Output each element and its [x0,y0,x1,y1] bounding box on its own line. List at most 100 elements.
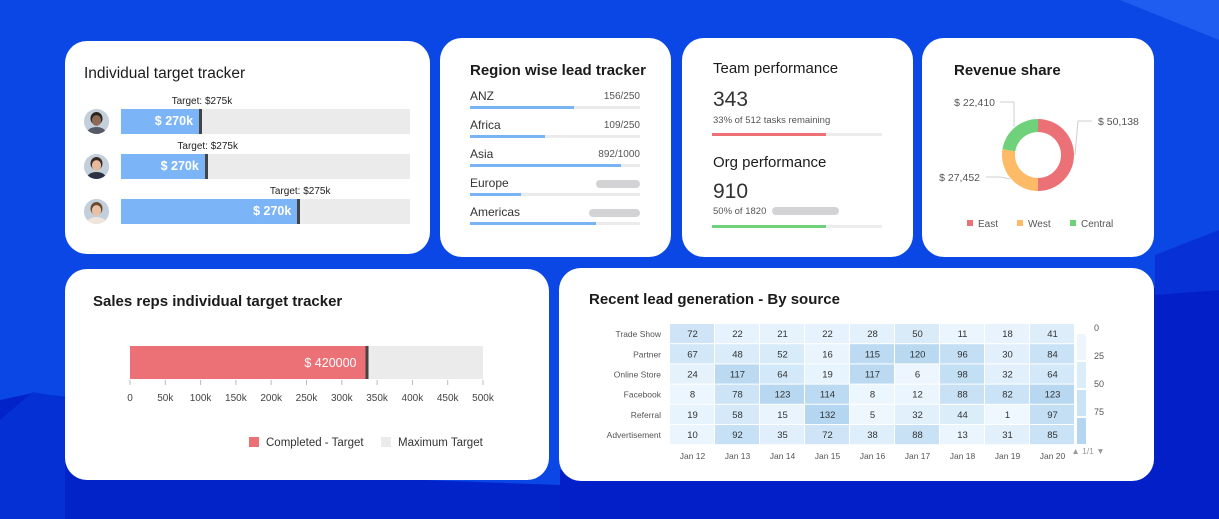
x-tick-label: 50k [157,393,174,404]
legend-label: West [1028,219,1051,230]
legend-swatch [249,437,259,447]
x-tick-label: 400k [402,393,425,404]
heatmap-cell-label: 52 [777,349,788,360]
region-lead-tracker-card: Region wise lead tracker ANZ 156/250 Afric… [440,38,671,257]
donut-connector [986,176,1010,180]
column-label: Jan 14 [770,451,796,461]
heatmap-cell-label: 19 [822,370,833,381]
x-tick-label: 450k [437,393,460,404]
heatmap-cell-label: 31 [1002,430,1013,441]
x-tick-label: 300k [331,393,354,404]
region-row: Asia 892/1000 [470,147,640,175]
heatmap-cell-label: 38 [867,430,878,441]
loading-skeleton [589,209,640,217]
scale-label: 0 [1094,323,1099,333]
legend-label: Completed - Target [266,437,364,449]
region-name: Europe [470,176,509,190]
row-label: Facebook [624,390,662,400]
row-label: Partner [633,349,661,359]
heatmap-cell-label: 64 [1047,370,1058,381]
progress-track: $ 270k [121,199,410,224]
heatmap-cell-label: 11 [958,329,968,340]
region-progress-track [470,106,640,109]
region-row: Americas [470,205,640,233]
x-tick-label: 100k [190,393,213,404]
org-performance-title: Org performance [713,154,827,171]
legend-label: Maximum Target [398,437,483,449]
team-performance-progress [712,133,882,136]
progress-track: $ 270k [121,109,410,134]
heatmap-cell-label: 58 [732,410,743,421]
donut-data-label: $ 50,138 [1098,116,1139,128]
heatmap-cell-label: 15 [777,410,788,421]
legend-label: Central [1081,219,1114,230]
value-label: $ 270k [160,159,199,173]
region-progress-fill [470,193,521,196]
heatmap-cell-label: 41 [1047,329,1058,340]
heatmap-cell-label: 64 [777,370,788,381]
region-row: ANZ 156/250 [470,89,640,117]
revenue-share-card: Revenue share $ 50,138 $ 27,452 $ 22,410 E… [922,38,1154,257]
column-label: Jan 16 [860,451,886,461]
target-label: Target: $275k [171,96,233,107]
rep-row: Target: $275k $ 270k [65,96,430,146]
row-label: Trade Show [615,329,661,339]
heatmap-cell-label: 22 [732,329,743,340]
heatmap-cell-label: 28 [867,329,878,340]
card-title: Individual target tracker [84,65,246,82]
legend-item-west[interactable]: West [1017,219,1051,230]
heatmap-cell-label: 115 [865,349,880,360]
bar-data-label: $ 420000 [304,356,356,370]
legend-item-central[interactable]: Central [1070,219,1113,230]
heatmap-cell-label: 16 [822,349,833,360]
heatmap-cell-label: 123 [1045,390,1061,401]
card-title: Region wise lead tracker [470,62,646,79]
legend-pager[interactable]: ▲ 1/1 ▼ [1071,446,1104,456]
legend-swatch [1070,220,1076,226]
heatmap-cell-label: 78 [732,390,743,401]
legend-item-east[interactable]: East [967,219,998,230]
x-tick-label: 250k [296,393,319,404]
lead-generation-card: Recent lead generation - By source Trade… [559,268,1154,481]
heatmap-cell-label: 123 [775,390,791,401]
heatmap-cell-label: 82 [1002,390,1013,401]
legend-swatch [1017,220,1023,226]
target-label: Target: $275k [177,141,238,152]
loading-skeleton [596,180,640,188]
region-progress-track [470,193,640,196]
region-row: Africa 109/250 [470,118,640,146]
scale-swatch [1077,362,1086,388]
region-row: Europe [470,176,640,204]
region-name: Asia [470,147,494,161]
region-progress-track [470,164,640,167]
heatmap-cell-label: 32 [1002,370,1013,381]
performance-card: Team performance 343 33% of 512 tasks re… [682,38,913,257]
column-label: Jan 20 [1040,451,1066,461]
heatmap-cell-label: 44 [957,410,968,421]
target-marker [204,154,208,179]
donut-data-label: $ 22,410 [954,97,995,109]
progress-track: $ 270k [121,154,410,179]
legend-swatch [381,437,391,447]
row-label: Advertisement [607,430,662,440]
team-performance-progress-fill [712,133,826,136]
legend-item-completed[interactable]: Completed - Target [249,437,364,449]
heatmap-cell-label: 21 [777,329,788,340]
heatmap-cell-label: 19 [687,410,698,421]
value-label: $ 270k [253,204,292,218]
team-performance-value: 343 [713,88,749,111]
region-name: ANZ [470,89,494,103]
column-label: Jan 13 [725,451,751,461]
heatmap-cell-label: 18 [1002,329,1013,340]
heatmap-cell-label: 12 [912,390,923,401]
heatmap-cell-label: 67 [687,349,698,360]
scale-swatch [1077,390,1086,416]
rep-row: Target: $275k $ 270k [65,186,430,236]
region-value: 892/1000 [598,149,640,160]
scale-label: 25 [1094,351,1104,361]
heatmap-cell-label: 120 [910,349,926,360]
heatmap-cell-label: 1 [1005,410,1010,421]
region-progress-fill [470,135,545,138]
region-progress-track [470,135,640,138]
legend-item-maximum[interactable]: Maximum Target [381,437,483,449]
